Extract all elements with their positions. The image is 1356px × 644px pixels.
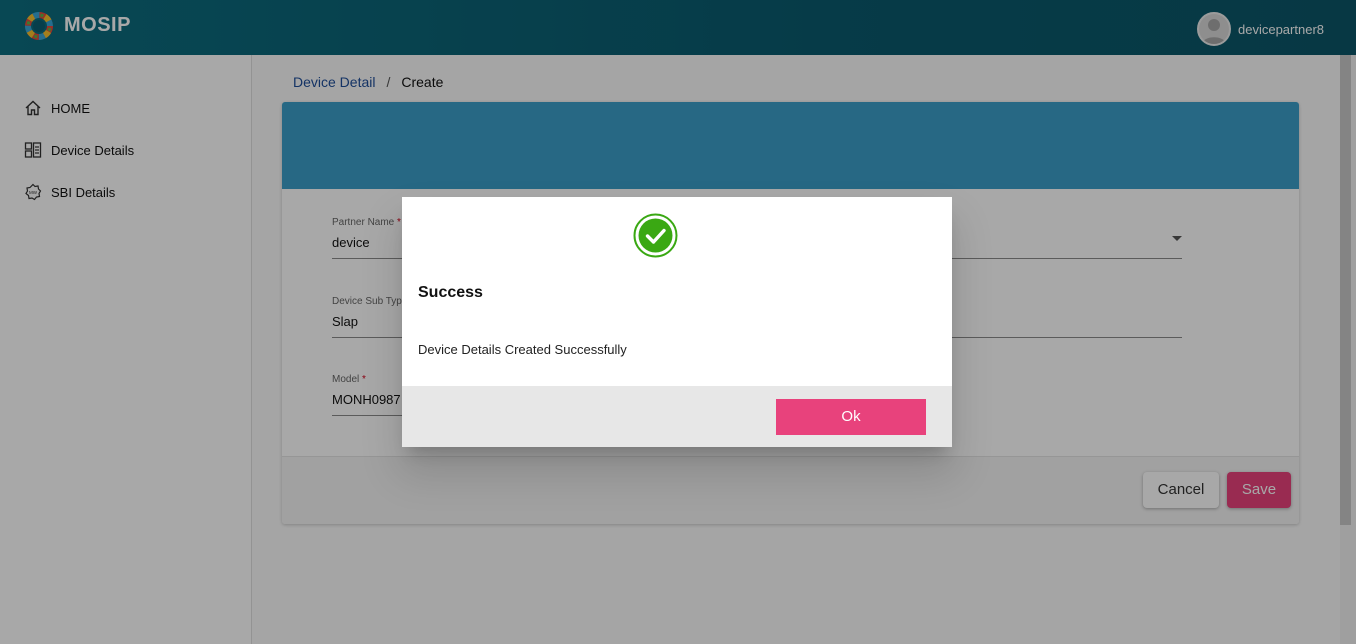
dialog-title: Success [418, 284, 483, 301]
dialog-message: Device Details Created Successfully [418, 342, 627, 357]
dialog-footer: Ok [402, 386, 952, 447]
success-check-icon [633, 213, 678, 258]
success-dialog: Success Device Details Created Successfu… [402, 197, 952, 447]
ok-button[interactable]: Ok [776, 399, 926, 435]
